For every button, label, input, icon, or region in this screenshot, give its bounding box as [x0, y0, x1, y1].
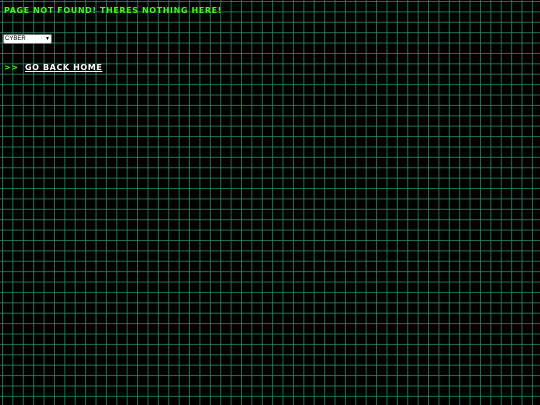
arrow-prefix: >>: [4, 63, 19, 72]
page: { "headline": "PAGE NOT FOUND! THERES NO…: [0, 0, 540, 405]
go-back-home-link[interactable]: GO BACK HOME: [25, 63, 102, 72]
theme-select-value: CYBER: [5, 36, 26, 42]
theme-select[interactable]: CYBER ▼: [3, 34, 52, 44]
back-home-row: >> GO BACK HOME: [4, 63, 102, 72]
page-title: PAGE NOT FOUND! THERES NOTHING HERE!: [4, 6, 222, 15]
chevron-down-icon: ▼: [45, 35, 50, 42]
